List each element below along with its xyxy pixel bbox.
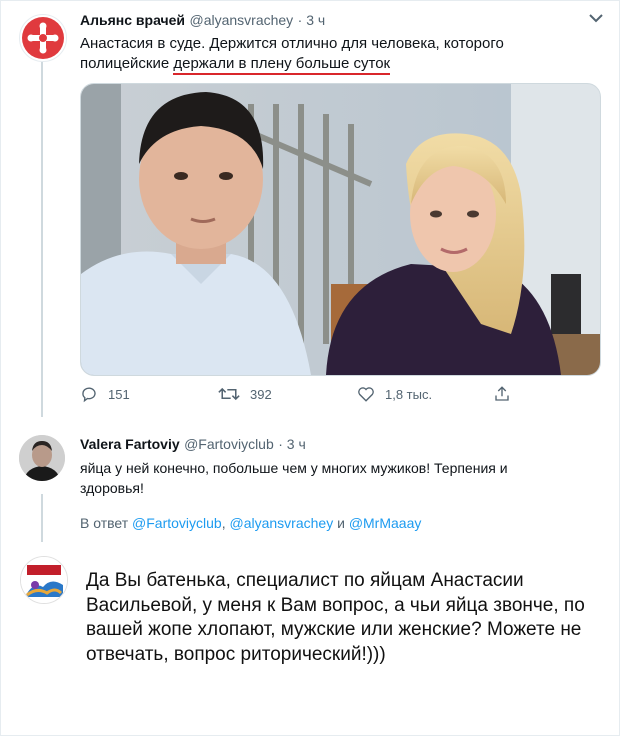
author-handle[interactable]: @alyansvrachey [189,12,293,28]
chevron-down-icon [589,14,603,23]
replying-to: В ответ @Fartoviyclub, @alyansvrachey и … [80,515,421,531]
retweet-button[interactable]: 392 [218,385,272,403]
courtroom-selfie-image [81,84,600,375]
reply-icon [82,387,96,403]
tweet1-text-underlined: держали в плену больше суток [173,55,391,75]
reply-button[interactable]: 151 [80,385,130,403]
tweet1-header: Альянс врачей @alyansvrachey · 3 ч [80,12,325,30]
reply-separator: и [333,515,349,531]
reply-separator: , [221,515,230,531]
tweet-time[interactable]: · 3 ч [278,436,306,452]
thread-connector-mid [41,494,43,542]
reply-link-mrmaaay[interactable]: @MrMaaay [349,515,422,531]
author-name[interactable]: Альянс врачей [80,12,185,28]
reply-prefix: В ответ [80,515,133,531]
reply-link-fartoviyclub[interactable]: @Fartoviyclub [132,515,222,531]
tweet1-actions: 151 392 1,8 тыс. [80,385,509,409]
user-photo [19,435,65,481]
avatar-commenter[interactable] [20,556,68,604]
share-icon [495,386,509,401]
tweet-time[interactable]: · 3 ч [298,12,326,28]
reply-count: 151 [108,386,130,402]
retweet-count: 392 [250,386,272,402]
like-icon [358,387,374,402]
author-handle[interactable]: @Fartoviyclub [184,436,274,452]
like-button[interactable]: 1,8 тыс. [357,385,432,403]
avatar-fartoviyclub[interactable] [19,435,65,481]
avatar-alyansvrachey[interactable] [19,14,67,62]
reply-link-alyansvrachey[interactable]: @alyansvrachey [230,515,334,531]
tweet2-text: яйца у ней конечно, побольше чем у многи… [80,460,508,496]
retweet-icon [218,387,240,401]
logo-cross-icon [22,17,64,59]
comment-text: Да Вы батенька, специалист по яйцам Анас… [86,570,585,665]
author-name[interactable]: Valera Fartoviy [80,436,180,452]
share-button[interactable] [493,385,521,403]
tweet1-text: Анастасия в суде. Держится отлично для ч… [80,34,580,75]
tweet2-header: Valera Fartoviy @Fartoviyclub · 3 ч [80,436,306,454]
more-options-button[interactable] [584,10,608,26]
thread-connector-top [41,62,43,417]
commenter-logo [21,557,67,603]
tweet-photo[interactable] [80,83,601,376]
like-count: 1,8 тыс. [385,386,433,402]
